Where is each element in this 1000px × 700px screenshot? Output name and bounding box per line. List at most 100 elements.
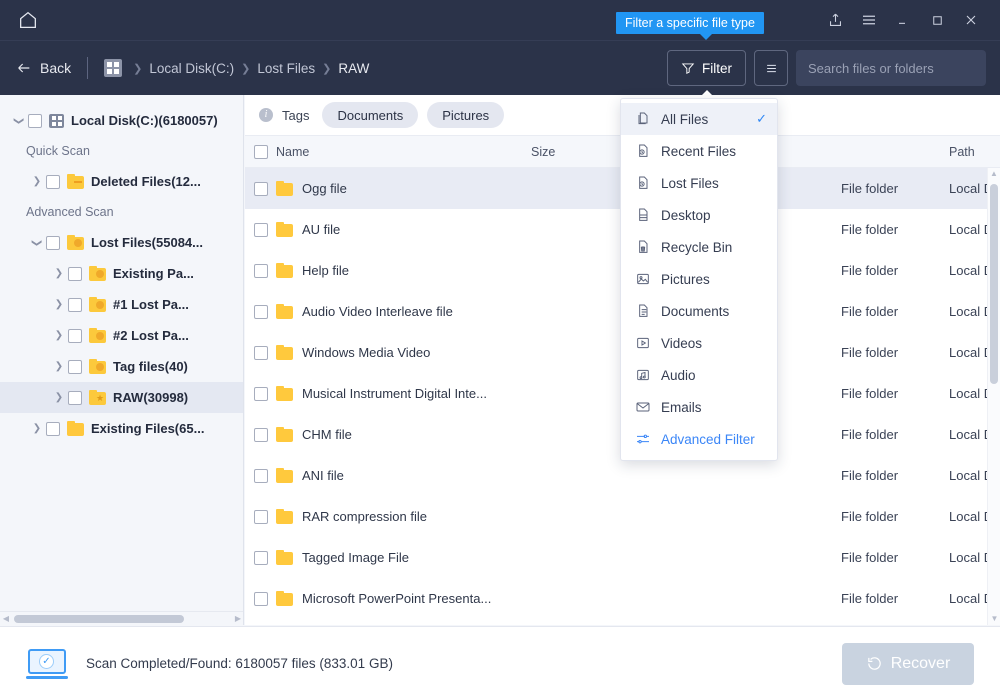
menu-icon	[860, 11, 878, 29]
tree-item-checkbox[interactable]	[46, 175, 60, 189]
filter-menu-label: Recycle Bin	[661, 240, 732, 255]
tree-item[interactable]: ❯Tag files(40)	[0, 351, 243, 382]
filter-menu-item[interactable]: Recycle Bin	[621, 231, 777, 263]
file-type: File folder	[841, 222, 949, 237]
chevron-right-icon[interactable]: ❯	[50, 358, 68, 376]
row-checkbox[interactable]	[245, 223, 276, 237]
tree-item-checkbox[interactable]	[28, 114, 42, 128]
sidebar-hscrollbar[interactable]: ◀ ▶	[0, 611, 244, 625]
list-view-button[interactable]	[754, 50, 788, 86]
column-header-path[interactable]: Path	[949, 145, 1000, 159]
menu-button[interactable]	[852, 0, 886, 40]
tree-item[interactable]: ❯#1 Lost Pa...	[0, 289, 243, 320]
filter-menu-item[interactable]: Lost Files	[621, 167, 777, 199]
filter-menu-item[interactable]: All Files✓	[621, 103, 777, 135]
breadcrumb-item-1[interactable]: Lost Files	[257, 61, 315, 76]
tree-item[interactable]: ❯Lost Files(55084...	[0, 227, 243, 258]
row-checkbox[interactable]	[245, 346, 276, 360]
hscroll-left-arrow[interactable]: ◀	[0, 614, 12, 623]
folder-tree: ❯Local Disk(C:)(6180057)Quick Scan❯Delet…	[0, 95, 243, 444]
folder-icon	[276, 181, 293, 196]
row-checkbox[interactable]	[245, 592, 276, 606]
tag-chip-documents[interactable]: Documents	[322, 102, 418, 128]
table-row[interactable]: Tagged Image FileFile folderLocal Disk(C…	[245, 537, 1000, 578]
row-checkbox[interactable]	[245, 264, 276, 278]
nav-divider	[87, 57, 88, 79]
row-checkbox[interactable]	[245, 510, 276, 524]
folder-icon	[276, 222, 293, 237]
filter-button[interactable]: Filter	[667, 50, 746, 86]
filter-menu-item[interactable]: Audio	[621, 359, 777, 391]
tree-item-checkbox[interactable]	[46, 422, 60, 436]
hscroll-right-arrow[interactable]: ▶	[232, 614, 244, 623]
scan-complete-icon: ✓	[26, 649, 68, 679]
chevron-right-icon[interactable]: ❯	[28, 420, 46, 438]
table-row[interactable]: RAR compression fileFile folderLocal Dis…	[245, 496, 1000, 537]
filter-menu-item[interactable]: Documents	[621, 295, 777, 327]
recover-button[interactable]: Recover	[842, 643, 974, 685]
home-icon	[17, 9, 39, 31]
file-type: File folder	[841, 550, 949, 565]
hscroll-track[interactable]	[12, 615, 232, 623]
folder-icon	[276, 304, 293, 319]
row-checkbox[interactable]	[245, 305, 276, 319]
back-button[interactable]: Back	[16, 60, 71, 76]
hscroll-thumb[interactable]	[14, 615, 184, 623]
select-all-checkbox[interactable]	[245, 145, 276, 159]
file-list-vscrollbar[interactable]: ▲ ▼	[987, 168, 1000, 625]
breadcrumb-item-0[interactable]: Local Disk(C:)	[149, 61, 234, 76]
row-checkbox[interactable]	[245, 551, 276, 565]
chevron-down-icon[interactable]: ❯	[28, 234, 46, 252]
home-button[interactable]	[0, 0, 56, 40]
filter-menu-item[interactable]: Videos	[621, 327, 777, 359]
tree-item-checkbox[interactable]	[46, 236, 60, 250]
table-row[interactable]: Microsoft PowerPoint Presenta...File fol…	[245, 578, 1000, 619]
chevron-right-icon[interactable]: ❯	[50, 327, 68, 345]
chevron-right-icon[interactable]: ❯	[28, 173, 46, 191]
tree-item-checkbox[interactable]	[68, 360, 82, 374]
search-box[interactable]	[796, 50, 986, 86]
vscroll-down-arrow[interactable]: ▼	[988, 613, 1000, 625]
breadcrumb: ❯ Local Disk(C:) ❯ Lost Files ❯ RAW	[104, 59, 369, 77]
emails-icon	[635, 399, 651, 415]
filter-menu-item[interactable]: Desktop	[621, 199, 777, 231]
chevron-right-icon[interactable]: ❯	[50, 296, 68, 314]
filter-menu-label: All Files	[661, 112, 708, 127]
minimize-button[interactable]	[886, 0, 920, 40]
tree-item-checkbox[interactable]	[68, 329, 82, 343]
filter-menu-item[interactable]: Recent Files	[621, 135, 777, 167]
row-checkbox[interactable]	[245, 469, 276, 483]
funnel-icon	[681, 61, 695, 75]
vscroll-up-arrow[interactable]: ▲	[988, 168, 1000, 180]
breadcrumb-item-2[interactable]: RAW	[338, 61, 369, 76]
row-checkbox[interactable]	[245, 428, 276, 442]
tree-item-checkbox[interactable]	[68, 391, 82, 405]
tree-item-checkbox[interactable]	[68, 298, 82, 312]
maximize-button[interactable]	[920, 0, 954, 40]
tree-section-label: Quick Scan	[0, 136, 243, 166]
column-header-name[interactable]: Name	[276, 145, 531, 159]
tree-item[interactable]: ❯#2 Lost Pa...	[0, 320, 243, 351]
chevron-right-icon[interactable]: ❯	[50, 265, 68, 283]
row-checkbox[interactable]	[245, 182, 276, 196]
tree-item[interactable]: ❯Local Disk(C:)(6180057)	[0, 105, 243, 136]
chevron-right-icon[interactable]: ❯	[50, 389, 68, 407]
folder-icon	[89, 266, 106, 281]
tree-item-checkbox[interactable]	[68, 267, 82, 281]
filter-menu-item[interactable]: Pictures	[621, 263, 777, 295]
chevron-down-icon[interactable]: ❯	[10, 112, 28, 130]
search-input[interactable]	[808, 61, 984, 76]
tree-item[interactable]: ❯Existing Files(65...	[0, 413, 243, 444]
filter-menu-item[interactable]: Emails	[621, 391, 777, 423]
tree-item[interactable]: ❯★RAW(30998)	[0, 382, 243, 413]
folder-icon	[67, 174, 84, 189]
filter-menu-item[interactable]: Advanced Filter	[621, 423, 777, 455]
vscroll-thumb[interactable]	[990, 184, 998, 384]
tree-item[interactable]: ❯Deleted Files(12...	[0, 166, 243, 197]
tree-item[interactable]: ❯Existing Pa...	[0, 258, 243, 289]
tag-chip-pictures[interactable]: Pictures	[427, 102, 504, 128]
export-button[interactable]	[818, 0, 852, 40]
table-row[interactable]: ANI fileFile folderLocal Disk(C:)\Lost F…	[245, 455, 1000, 496]
close-button[interactable]	[954, 0, 988, 40]
row-checkbox[interactable]	[245, 387, 276, 401]
